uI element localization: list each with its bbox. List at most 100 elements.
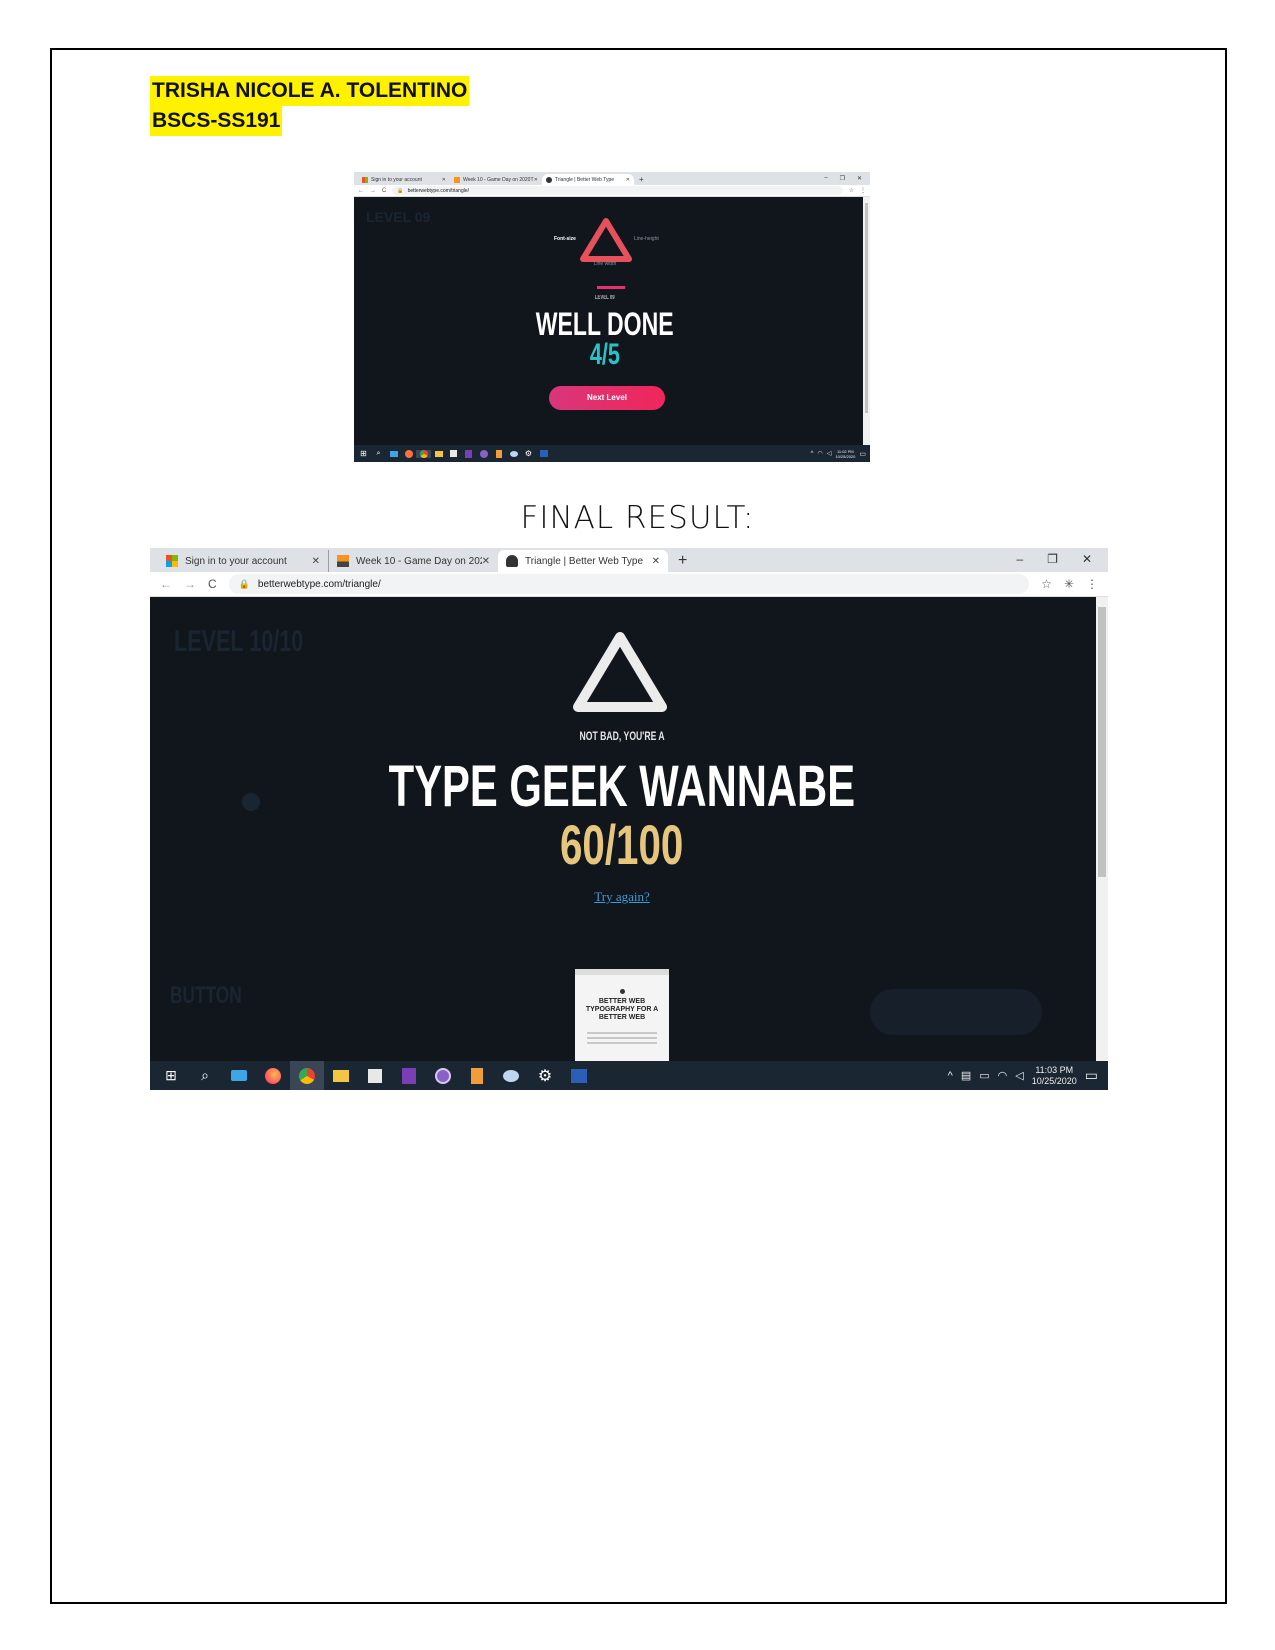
search-icon[interactable]: ⌕ bbox=[371, 450, 386, 458]
close-tab-icon[interactable]: ✕ bbox=[626, 177, 630, 183]
book-text-line bbox=[587, 1037, 657, 1039]
store-icon[interactable] bbox=[358, 1068, 392, 1083]
paint-icon[interactable] bbox=[506, 450, 521, 457]
chrome-icon[interactable] bbox=[290, 1061, 324, 1090]
app-icon[interactable] bbox=[426, 1067, 460, 1084]
author-section: BSCS-SS191 bbox=[150, 106, 283, 136]
onenote-icon[interactable] bbox=[392, 1067, 426, 1084]
chrome-icon[interactable] bbox=[416, 449, 431, 458]
clock[interactable]: 11:02 PM 10/25/2020 bbox=[835, 449, 855, 459]
next-level-button[interactable]: Next Level bbox=[549, 386, 665, 410]
line-width-label: Line width bbox=[593, 261, 617, 267]
star-icon[interactable]: ☆ bbox=[849, 187, 854, 194]
result-headline: TYPE GEEK WANNABE bbox=[388, 754, 856, 819]
firefox-icon[interactable] bbox=[256, 1067, 290, 1084]
minimize-button[interactable]: – bbox=[824, 175, 827, 182]
paint-icon[interactable] bbox=[494, 1069, 528, 1082]
back-icon[interactable]: ← bbox=[160, 577, 172, 591]
tab-week-10[interactable]: Week 10 - Game Day on 2020T1 ✕ bbox=[450, 174, 542, 185]
headline: WELL DONE bbox=[536, 306, 674, 342]
search-icon[interactable]: ⌕ bbox=[188, 1067, 222, 1084]
file-explorer-icon[interactable] bbox=[324, 1069, 358, 1082]
keyboard-icon[interactable]: ▤ bbox=[961, 1069, 971, 1082]
word-icon[interactable] bbox=[562, 1068, 596, 1083]
new-tab-button[interactable]: + bbox=[678, 550, 687, 572]
ghost-button bbox=[870, 989, 1042, 1035]
moodle-icon bbox=[337, 555, 349, 567]
scrollbar[interactable] bbox=[863, 197, 870, 445]
mail-icon[interactable] bbox=[386, 450, 401, 457]
score: 4/5 bbox=[589, 338, 621, 371]
lock-icon: 🔒 bbox=[238, 578, 250, 589]
settings-icon[interactable]: ⚙ bbox=[521, 449, 536, 458]
close-tab-icon[interactable]: ✕ bbox=[442, 177, 446, 183]
close-tab-icon[interactable]: ✕ bbox=[652, 556, 660, 567]
url-field[interactable]: 🔒 betterwebtype.com/triangle/ bbox=[228, 574, 1030, 594]
close-tab-icon[interactable]: ✕ bbox=[482, 556, 490, 567]
url-field[interactable]: 🔒 betterwebtype.com/triangle/ bbox=[392, 186, 843, 195]
hand-icon bbox=[506, 555, 518, 567]
page-content: LEVEL 10/10 BUTTON NOT BAD, YOU'RE A TYP… bbox=[150, 597, 1108, 1061]
wifi-icon[interactable]: ◠ bbox=[998, 1069, 1008, 1082]
tab-strip: Sign in to your account ✕ Week 10 - Game… bbox=[354, 172, 870, 185]
clock[interactable]: 11:03 PM 10/25/2020 bbox=[1032, 1065, 1077, 1087]
reload-icon[interactable]: C bbox=[382, 188, 386, 194]
scroll-thumb[interactable] bbox=[1098, 607, 1106, 877]
book-thumbnail[interactable]: BETTER WEB TYPOGRAPHY FOR A BETTER WEB bbox=[575, 969, 669, 1061]
menu-icon[interactable]: ⋮ bbox=[860, 187, 866, 194]
forward-icon[interactable]: → bbox=[184, 577, 196, 591]
battery-icon[interactable]: ▭ bbox=[979, 1069, 989, 1082]
close-tab-icon[interactable]: ✕ bbox=[534, 177, 538, 183]
notification-icon[interactable]: ▭ bbox=[859, 450, 866, 458]
tab-week-10[interactable]: Week 10 - Game Day on 2020T1 ✕ bbox=[328, 550, 498, 572]
wifi-icon[interactable]: ◠ bbox=[817, 450, 822, 457]
system-tray: ^ ◠ ◁ 11:02 PM 10/25/2020 ▭ bbox=[811, 449, 870, 459]
new-tab-button[interactable]: + bbox=[639, 174, 644, 185]
chevron-up-icon[interactable]: ^ bbox=[811, 451, 814, 457]
restore-button[interactable]: ❐ bbox=[1047, 552, 1058, 566]
close-window-button[interactable]: ✕ bbox=[1082, 552, 1092, 566]
settings-icon[interactable]: ⚙ bbox=[528, 1066, 562, 1086]
app-icon[interactable] bbox=[476, 449, 491, 458]
sublime-icon[interactable] bbox=[491, 449, 506, 458]
taskbar: ⊞ ⌕ ⚙ ^ ▤ ▭ ◠ ◁ 11:03 PM 10/25/2020 ▭ bbox=[150, 1061, 1108, 1090]
file-explorer-icon[interactable] bbox=[431, 450, 446, 457]
volume-icon[interactable]: ◁ bbox=[1015, 1069, 1023, 1082]
try-again-link[interactable]: Try again? bbox=[150, 889, 1094, 905]
word-icon[interactable] bbox=[536, 450, 551, 457]
notification-icon[interactable]: ▭ bbox=[1085, 1067, 1098, 1084]
close-window-button[interactable]: ✕ bbox=[857, 175, 862, 182]
minimize-button[interactable]: – bbox=[1016, 552, 1023, 566]
tab-sign-in[interactable]: Sign in to your account ✕ bbox=[158, 550, 328, 572]
forward-icon[interactable]: → bbox=[370, 188, 376, 194]
extension-icon[interactable]: ✳ bbox=[1064, 577, 1074, 591]
result-subline: NOT BAD, YOU'RE A bbox=[579, 729, 665, 743]
screenshot-level-9: Sign in to your account ✕ Week 10 - Game… bbox=[354, 172, 870, 462]
ghost-heading: LEVEL 10/10 bbox=[174, 625, 304, 658]
taskbar: ⊞ ⌕ ⚙ ^ ◠ ◁ 11:02 PM 10/25/2020 ▭ bbox=[354, 445, 870, 462]
scroll-thumb[interactable] bbox=[865, 203, 868, 413]
close-tab-icon[interactable]: ✕ bbox=[312, 556, 320, 567]
windows-start-icon[interactable]: ⊞ bbox=[154, 1067, 188, 1084]
menu-icon[interactable]: ⋮ bbox=[1086, 577, 1098, 591]
final-result-heading: FINAL RESULT: bbox=[520, 500, 755, 536]
volume-icon[interactable]: ◁ bbox=[827, 450, 832, 457]
store-icon[interactable] bbox=[446, 450, 461, 457]
scrollbar[interactable] bbox=[1096, 597, 1108, 1061]
onenote-icon[interactable] bbox=[461, 449, 476, 458]
chevron-up-icon[interactable]: ^ bbox=[948, 1070, 953, 1082]
back-icon[interactable]: ← bbox=[358, 188, 364, 194]
tab-sign-in[interactable]: Sign in to your account ✕ bbox=[358, 174, 450, 185]
reload-icon[interactable]: C bbox=[208, 577, 217, 591]
windows-start-icon[interactable]: ⊞ bbox=[356, 449, 371, 458]
tab-triangle[interactable]: Triangle | Better Web Type ✕ bbox=[542, 174, 634, 185]
restore-button[interactable]: ❐ bbox=[840, 175, 845, 182]
ghost-bottom-heading: BUTTON bbox=[170, 982, 242, 1009]
hand-icon bbox=[546, 176, 552, 183]
mail-icon[interactable] bbox=[222, 1070, 256, 1081]
sublime-icon[interactable] bbox=[460, 1067, 494, 1084]
star-icon[interactable]: ☆ bbox=[1041, 577, 1052, 591]
tab-triangle[interactable]: Triangle | Better Web Type ✕ bbox=[498, 550, 668, 572]
book-logo-icon bbox=[619, 989, 625, 994]
firefox-icon[interactable] bbox=[401, 449, 416, 458]
